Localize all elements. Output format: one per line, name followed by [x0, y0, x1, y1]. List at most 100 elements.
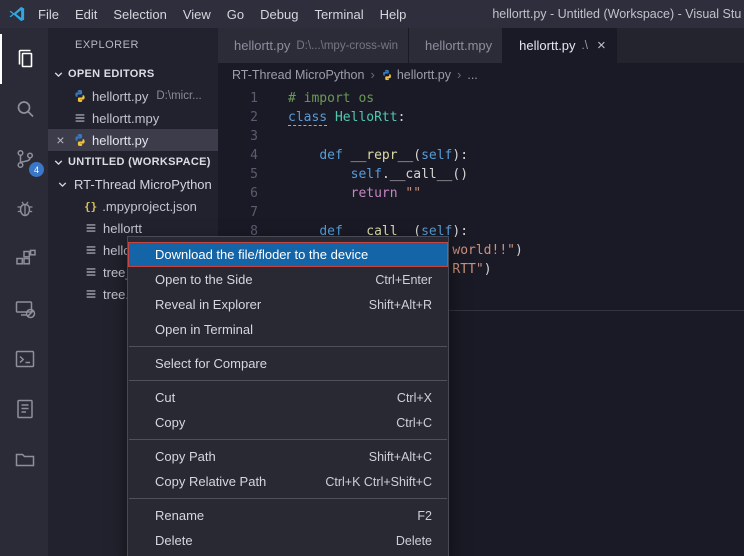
context-menu-item[interactable]: Select for Compare: [128, 351, 448, 376]
tab-detail: D:\...\mpy-cross-win: [296, 40, 398, 52]
open-editors-list: hellortt.py D:\micr... hellortt.mpy × hellor…: [48, 85, 218, 151]
line-number: 2: [218, 108, 258, 127]
activity-bar: 4: [0, 28, 48, 556]
terminal-icon: [13, 347, 37, 371]
breadcrumb-item[interactable]: ...: [467, 68, 477, 82]
workspace-header[interactable]: UNTITLED (WORKSPACE): [48, 151, 218, 173]
code-line: 5 self.__call__(): [218, 165, 744, 184]
context-menu-item[interactable]: Reveal in Explorer Shift+Alt+R: [128, 292, 448, 317]
menubar-item-go[interactable]: Go: [219, 7, 252, 22]
line-number: 6: [218, 184, 258, 203]
line-number: 4: [218, 146, 258, 165]
activity-remote-device[interactable]: [0, 284, 48, 334]
menu-item-label: Download the file/floder to the device: [155, 247, 414, 262]
code-line: 7: [218, 203, 744, 222]
code-text: self.__call__(): [258, 165, 468, 184]
menubar-item-debug[interactable]: Debug: [252, 7, 306, 22]
editor-tab[interactable]: hellortt.py.\×: [503, 28, 617, 63]
open-editors-label: OPEN EDITORS: [68, 68, 155, 80]
menu-item-shortcut: Shift+Alt+R: [369, 298, 432, 312]
code-token: def: [319, 148, 342, 163]
mpy-icon: [73, 111, 87, 125]
open-editor-item[interactable]: hellortt.py D:\micr...: [48, 85, 218, 107]
open-editors-header[interactable]: OPEN EDITORS: [48, 63, 218, 85]
line-number: 3: [218, 127, 258, 146]
file-label: hellortt.py: [92, 89, 148, 104]
file-label: .mpyproject.json: [102, 199, 197, 214]
menubar-item-selection[interactable]: Selection: [105, 7, 174, 22]
context-menu-item[interactable]: CopyCtrl+C: [128, 410, 448, 435]
file-detail: D:\micr...: [156, 90, 201, 102]
file-label: hellortt.py: [92, 133, 148, 148]
menubar-item-terminal[interactable]: Terminal: [306, 7, 371, 22]
tab-label: hellortt.mpy: [425, 38, 492, 53]
sidebar-title: EXPLORER: [48, 28, 218, 63]
code-token: ): [515, 243, 523, 258]
menu-divider: [129, 380, 447, 381]
vscode-window: FileEditSelectionViewGoDebugTerminalHelp…: [0, 0, 744, 556]
activity-folder[interactable]: [0, 434, 48, 484]
open-editor-item[interactable]: hellortt.mpy: [48, 107, 218, 129]
menubar-item-file[interactable]: File: [30, 7, 67, 22]
json-icon: {}: [84, 200, 97, 213]
activity-explorer[interactable]: [0, 34, 48, 84]
file-label: hellortt.mpy: [92, 111, 159, 126]
code-token: ): [484, 262, 492, 277]
breadcrumb-label: ...: [467, 68, 477, 82]
code-token: ):: [452, 148, 468, 163]
editor-tab[interactable]: hellortt.pyD:\...\mpy-cross-win: [218, 28, 409, 63]
file-label: hellortt: [103, 221, 142, 236]
code-token: "": [405, 186, 421, 201]
tab-label: hellortt.py: [519, 38, 575, 53]
menu-bar: FileEditSelectionViewGoDebugTerminalHelp: [30, 7, 414, 22]
activity-debug[interactable]: [0, 184, 48, 234]
menubar-item-edit[interactable]: Edit: [67, 7, 105, 22]
breadcrumb-separator-icon: ›: [457, 67, 461, 82]
chevron-down-icon: [52, 68, 65, 81]
activity-extensions[interactable]: [0, 234, 48, 284]
open-editor-item[interactable]: × hellortt.py: [48, 129, 218, 151]
code-token: __repr__: [351, 148, 414, 163]
context-menu-item[interactable]: Copy PathShift+Alt+C: [128, 444, 448, 469]
menu-item-shortcut: F2: [417, 509, 432, 523]
chevron-down-icon: [52, 156, 65, 169]
code-text: class HelloRtt:: [258, 108, 405, 127]
close-icon[interactable]: ×: [53, 133, 68, 147]
menu-item-shortcut: Ctrl+K Ctrl+Shift+C: [325, 475, 432, 489]
activity-terminal[interactable]: [0, 334, 48, 384]
activity-source-control[interactable]: 4: [0, 134, 48, 184]
context-menu-item[interactable]: RenameF2: [128, 503, 448, 528]
activity-search[interactable]: [0, 84, 48, 134]
code-token: .__call__(): [382, 167, 468, 182]
code-token: [288, 148, 319, 163]
line-number: 5: [218, 165, 258, 184]
breadcrumb-item[interactable]: RT-Thread MicroPython: [232, 68, 364, 82]
breadcrumb: RT-Thread MicroPython›hellortt.py›...: [218, 63, 744, 86]
breadcrumb-item[interactable]: hellortt.py: [381, 68, 451, 82]
tree-file-item[interactable]: {} .mpyproject.json: [48, 195, 218, 217]
activity-output[interactable]: [0, 384, 48, 434]
output-icon: [13, 397, 37, 421]
context-menu-item[interactable]: Open in Terminal: [128, 317, 448, 342]
menubar-item-view[interactable]: View: [175, 7, 219, 22]
editor-tab[interactable]: hellortt.mpy: [409, 28, 503, 63]
code-line: 2class HelloRtt:: [218, 108, 744, 127]
context-menu-item[interactable]: CutCtrl+X: [128, 385, 448, 410]
context-menu-item[interactable]: Download the file/floder to the device: [128, 242, 448, 267]
mpy-icon: [84, 287, 98, 301]
code-text: return "": [258, 184, 421, 203]
context-menu-item[interactable]: Open to the SideCtrl+Enter: [128, 267, 448, 292]
code-token: :: [398, 110, 406, 125]
menu-item-label: Open in Terminal: [155, 322, 414, 337]
line-number: 1: [218, 89, 258, 108]
menubar-item-help[interactable]: Help: [372, 7, 415, 22]
python-icon: [73, 89, 87, 103]
tree-folder-item[interactable]: RT-Thread MicroPython: [48, 173, 218, 195]
code-token: # import os: [288, 91, 374, 106]
source-control-badge: 4: [29, 162, 44, 177]
tab-bar: hellortt.pyD:\...\mpy-cross-winhellortt.…: [218, 28, 744, 63]
context-menu-item[interactable]: DeleteDelete: [128, 528, 448, 553]
close-icon[interactable]: ×: [597, 39, 606, 53]
context-menu-item[interactable]: Copy Relative PathCtrl+K Ctrl+Shift+C: [128, 469, 448, 494]
menu-item-label: Reveal in Explorer: [155, 297, 351, 312]
